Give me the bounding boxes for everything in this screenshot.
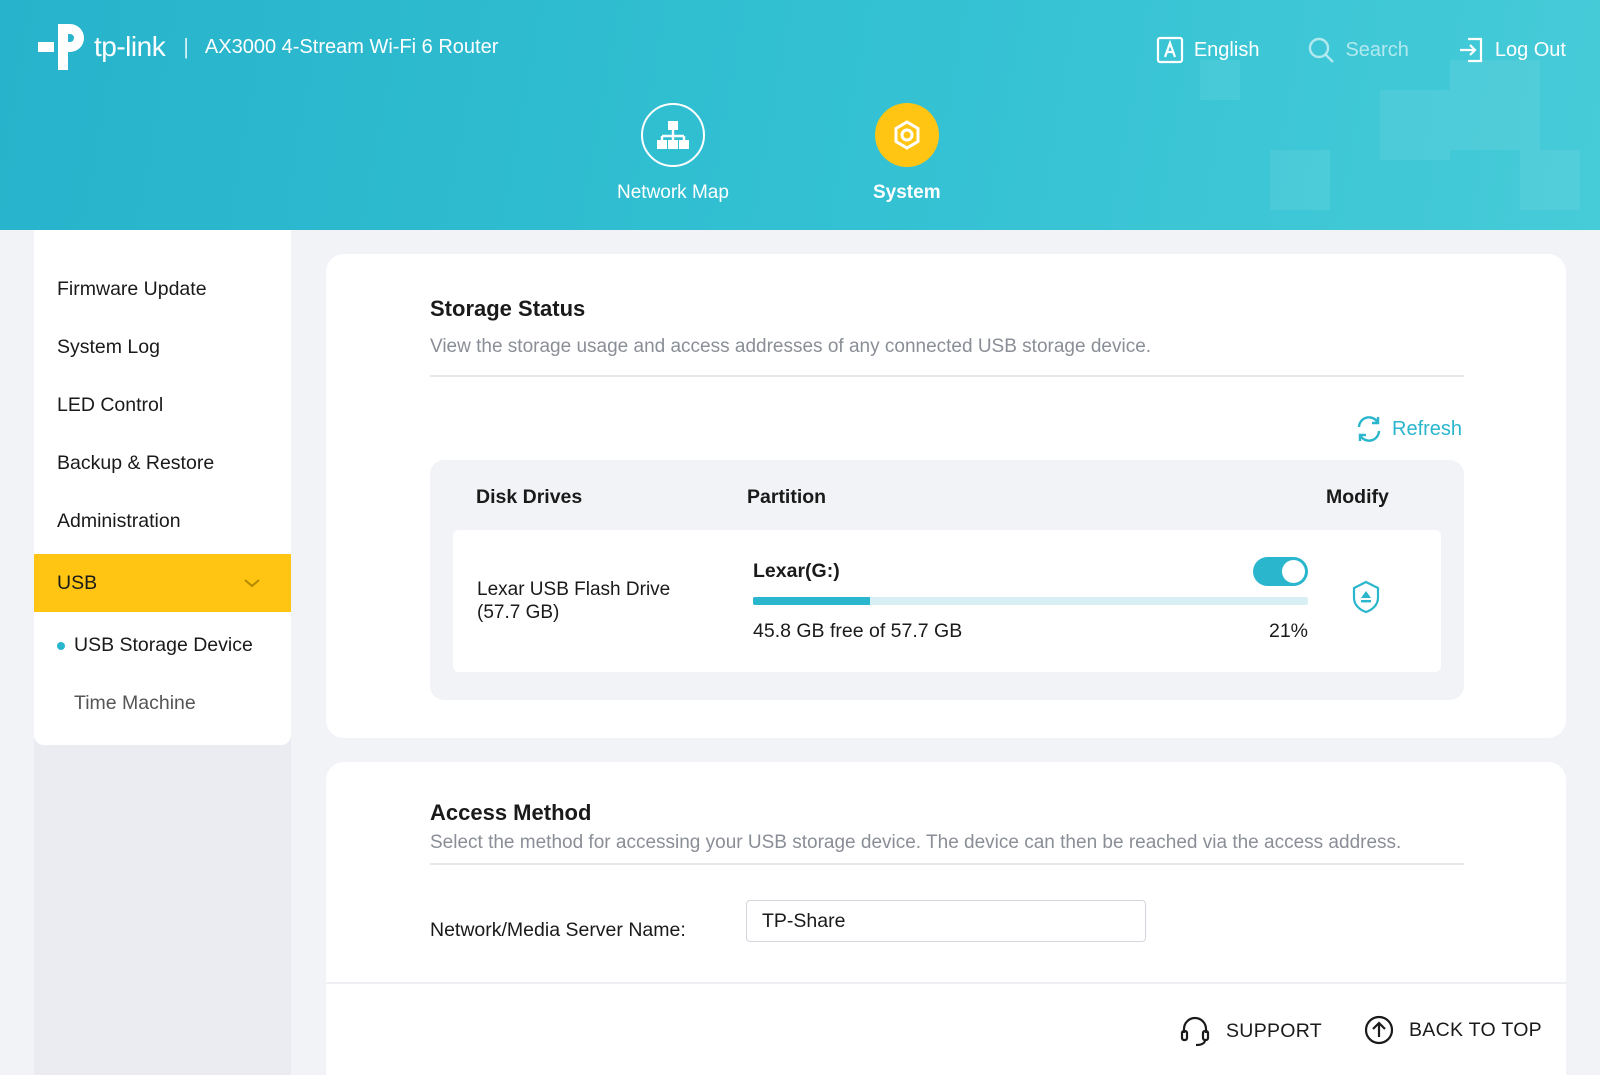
back-to-top-label: BACK TO TOP — [1409, 1018, 1542, 1041]
support-label: SUPPORT — [1226, 1019, 1323, 1042]
top-actions: English Search Log Out — [1156, 36, 1566, 64]
server-name-input[interactable] — [746, 900, 1146, 942]
network-map-icon — [640, 103, 705, 167]
eject-shield-icon — [1352, 580, 1380, 614]
refresh-button[interactable]: Refresh — [1354, 414, 1462, 444]
brand-name: tp-link — [94, 31, 166, 62]
storage-status-card: Storage Status View the storage usage an… — [326, 254, 1566, 738]
top-header: tp-link | AX3000 4-Stream Wi-Fi 6 Router… — [0, 0, 1600, 230]
tab-network-map[interactable]: Network Map — [617, 103, 729, 204]
sidebar-item-usb[interactable]: USB — [34, 554, 291, 612]
storage-table: Disk Drives Partition Modify Lexar USB F… — [430, 460, 1464, 700]
storage-status-description: View the storage usage and access addres… — [430, 336, 1152, 357]
section-divider — [430, 375, 1464, 377]
search-icon — [1309, 37, 1335, 63]
brand: tp-link | AX3000 4-Stream Wi-Fi 6 Router — [34, 20, 498, 74]
column-header-disk-drives: Disk Drives — [476, 486, 583, 508]
router-model: AX3000 4-Stream Wi-Fi 6 Router — [204, 35, 499, 58]
support-link[interactable]: SUPPORT — [1178, 1014, 1322, 1048]
chevron-down-icon — [244, 579, 260, 588]
header-decoration — [1380, 90, 1450, 160]
tab-system[interactable]: System — [873, 103, 941, 204]
search-label: Search — [1345, 38, 1409, 61]
eject-button[interactable] — [1351, 580, 1381, 619]
language-button[interactable]: English — [1156, 36, 1260, 64]
access-method-description: Select the method for accessing your USB… — [430, 832, 1402, 853]
refresh-label: Refresh — [1392, 417, 1463, 440]
arrow-up-circle-icon — [1364, 1015, 1394, 1045]
column-header-partition: Partition — [747, 486, 827, 508]
sidebar-item-label: System Log — [57, 335, 160, 358]
brand-separator: | — [183, 34, 189, 59]
gear-icon — [874, 103, 939, 167]
access-method-title: Access Method — [430, 800, 592, 825]
sidebar-item-firmware-update[interactable]: Firmware Update — [34, 260, 291, 318]
toggle-knob — [1282, 560, 1305, 583]
disk-drive-name: Lexar USB Flash Drive (57.7 GB) — [477, 579, 671, 623]
column-header-modify: Modify — [1326, 486, 1389, 508]
sidebar-background — [34, 745, 291, 1075]
usage-progress-fill — [753, 597, 870, 605]
usage-progress-bar — [753, 597, 1308, 605]
logout-icon — [1459, 37, 1482, 63]
sidebar-subitem-label: Time Machine — [74, 691, 196, 714]
language-label: English — [1193, 38, 1260, 61]
section-divider — [430, 863, 1464, 865]
header-decoration — [1270, 150, 1330, 210]
storage-status-title: Storage Status — [430, 296, 586, 321]
partition-name: Lexar(G:) — [753, 560, 840, 582]
sidebar-item-system-log[interactable]: System Log — [34, 318, 291, 376]
sidebar-subitem-label: USB Storage Device — [74, 633, 253, 656]
search-button[interactable]: Search — [1307, 36, 1409, 64]
sidebar: Firmware Update System Log LED Control B… — [34, 230, 291, 1075]
sidebar-item-label: Backup & Restore — [57, 451, 215, 474]
refresh-icon — [1357, 416, 1381, 442]
header-decoration — [1520, 150, 1580, 210]
sidebar-item-backup-restore[interactable]: Backup & Restore — [34, 434, 291, 492]
sidebar-subitem-time-machine[interactable]: Time Machine — [34, 678, 291, 728]
header-decoration — [1200, 60, 1240, 100]
sidebar-item-label: Firmware Update — [57, 277, 207, 300]
table-row: Lexar USB Flash Drive (57.7 GB) Lexar(G:… — [453, 530, 1441, 672]
logout-label: Log Out — [1494, 38, 1566, 61]
sidebar-menu: Firmware Update System Log LED Control B… — [34, 230, 291, 745]
active-indicator-dot — [57, 642, 65, 650]
headset-icon — [1180, 1016, 1210, 1047]
footer: SUPPORT BACK TO TOP — [326, 982, 1566, 1075]
sidebar-item-administration[interactable]: Administration — [34, 492, 291, 550]
usage-percent: 21% — [1268, 620, 1308, 642]
sidebar-item-led-control[interactable]: LED Control — [34, 376, 291, 434]
sidebar-subitem-usb-storage-device[interactable]: USB Storage Device — [34, 620, 291, 670]
tp-link-logo-icon — [34, 20, 88, 74]
back-to-top-link[interactable]: BACK TO TOP — [1363, 1014, 1542, 1046]
language-icon — [1156, 36, 1183, 64]
logout-button[interactable]: Log Out — [1457, 36, 1566, 64]
partition-toggle[interactable] — [1253, 557, 1308, 586]
tab-system-label: System — [873, 182, 941, 203]
sidebar-item-label: Administration — [57, 509, 181, 532]
tab-network-map-label: Network Map — [617, 182, 729, 203]
sidebar-item-label: USB — [57, 571, 98, 594]
free-space-text: 45.8 GB free of 57.7 GB — [753, 620, 963, 642]
server-name-label: Network/Media Server Name: — [430, 919, 686, 941]
header-decoration — [1450, 60, 1540, 150]
sidebar-item-label: LED Control — [57, 393, 164, 416]
